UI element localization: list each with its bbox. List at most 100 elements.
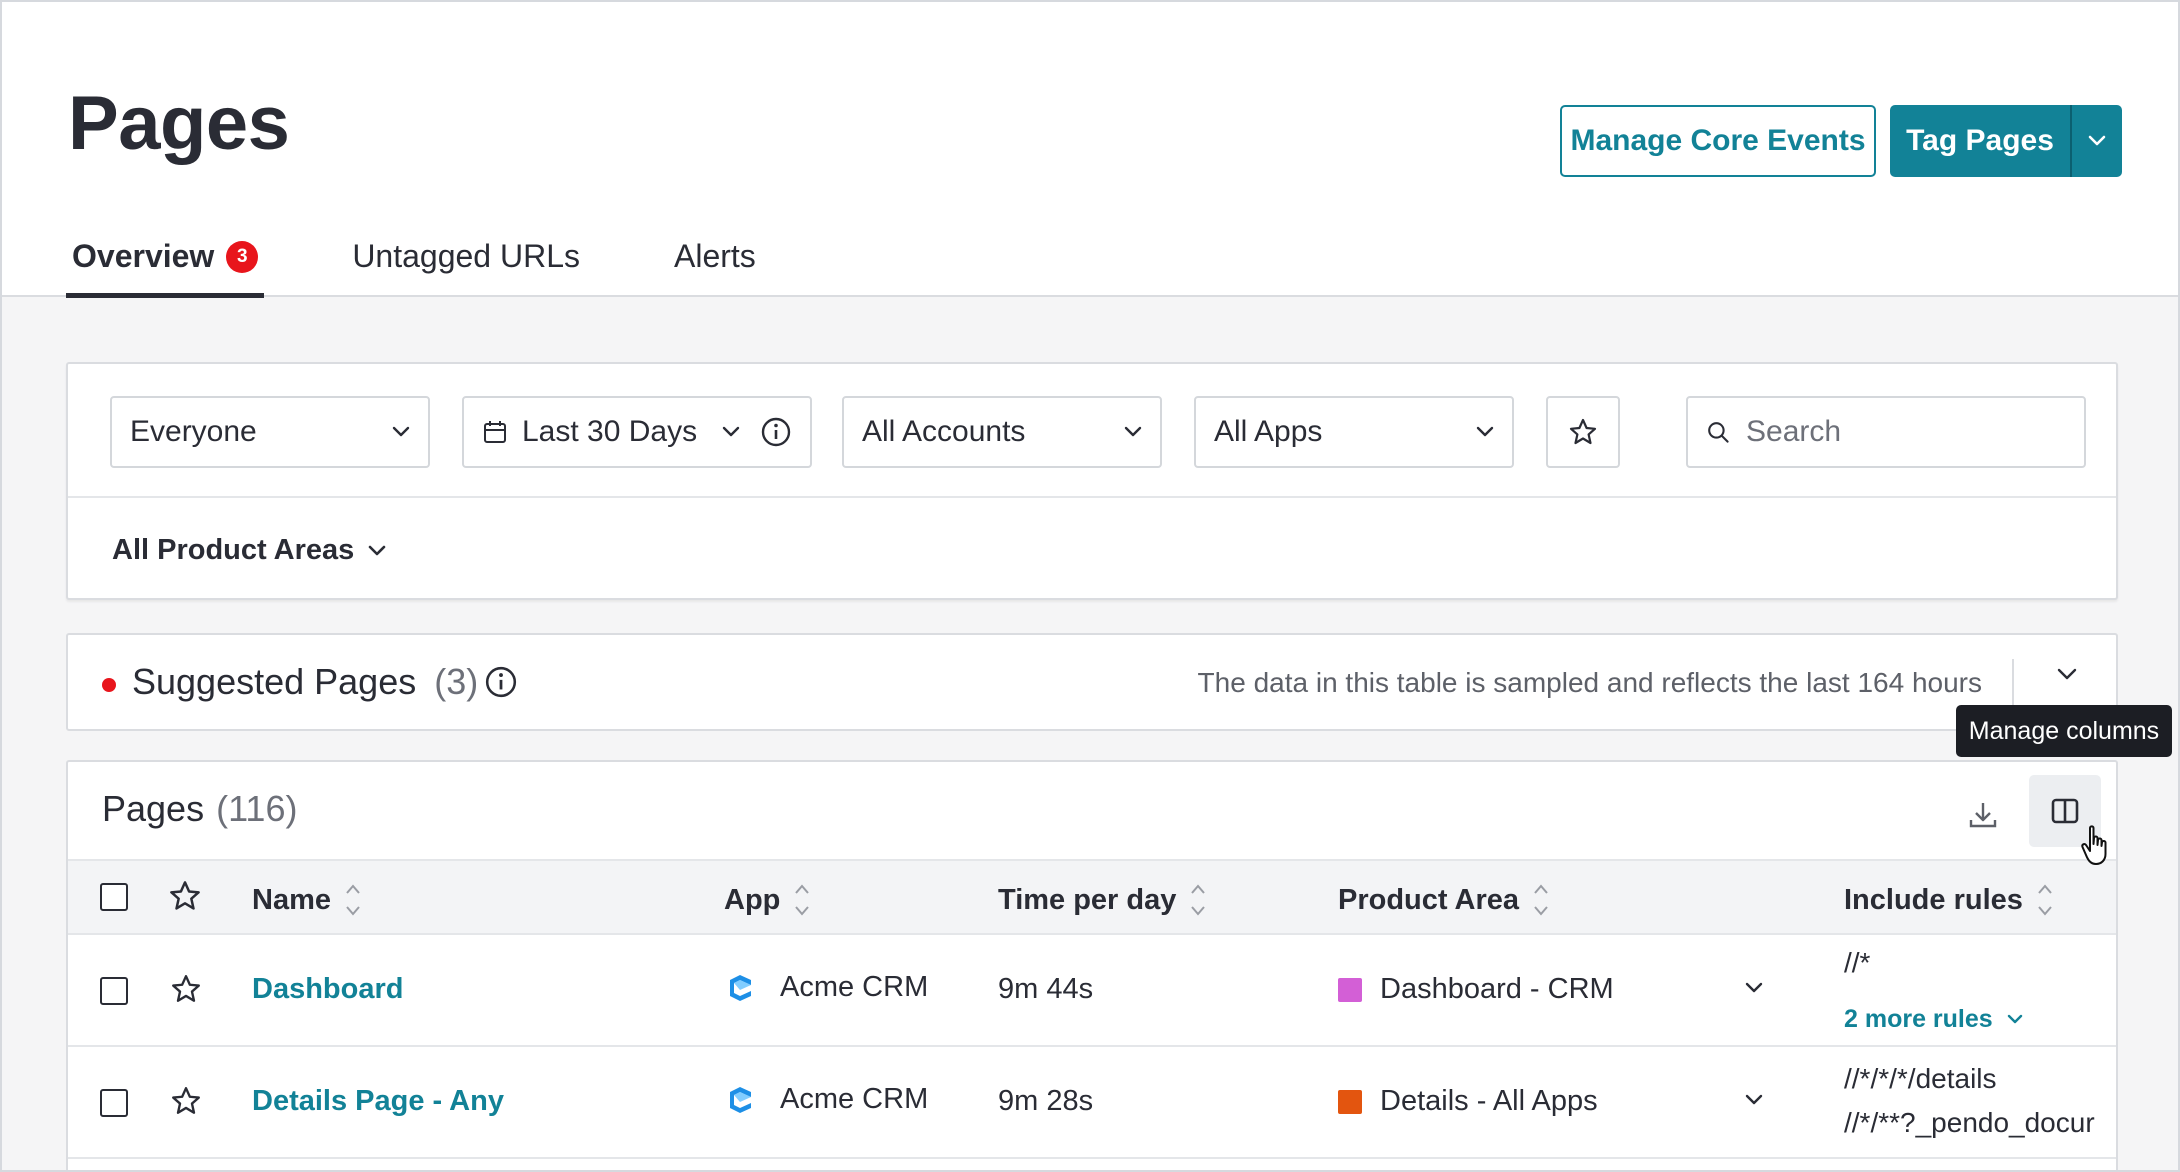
notification-badge: 3 (226, 241, 259, 273)
chevron-down-icon (2057, 668, 2077, 680)
product-area-swatch (1338, 977, 1362, 1002)
date-range-dropdown[interactable]: Last 30 Days (462, 396, 812, 468)
tab-label: Alerts (674, 238, 756, 274)
app-window: Pages Manage Core Events Tag Pages Overv… (0, 0, 2180, 1172)
search-field[interactable] (1686, 396, 2086, 468)
app-logo-icon (724, 972, 756, 1004)
row-checkbox[interactable] (100, 1089, 128, 1117)
page-title: Pages (68, 81, 290, 166)
download-button[interactable] (1948, 780, 2018, 850)
suggested-pages-count: (3) (434, 661, 479, 702)
chevron-down-icon (1745, 982, 1763, 993)
star-icon (170, 881, 200, 910)
product-areas-label: All Product Areas (112, 534, 355, 566)
app-cell: Acme CRM (724, 1083, 928, 1116)
favorites-filter-button[interactable] (1546, 396, 1620, 468)
row-checkbox[interactable] (100, 977, 128, 1005)
include-rule: //*/*/*/details (1844, 1063, 1997, 1094)
product-area-swatch (1338, 1089, 1362, 1114)
row-favorite-button[interactable] (170, 973, 202, 1010)
product-areas-dropdown[interactable]: All Product Areas (112, 534, 386, 567)
time-per-day-cell: 9m 44s (998, 973, 1094, 1005)
suggested-pages-heading: Suggested Pages (3) (132, 661, 518, 703)
chevron-down-icon (722, 426, 740, 437)
tag-pages-button[interactable]: Tag Pages (1890, 105, 2070, 177)
star-icon (1569, 418, 1597, 445)
sort-icon (794, 881, 810, 919)
column-header-app[interactable]: App (724, 881, 810, 919)
tab-untagged-urls[interactable]: Untagged URLs (346, 238, 586, 298)
page-header: Pages Manage Core Events Tag Pages Overv… (2, 2, 2178, 298)
time-per-day-cell: 9m 28s (998, 1085, 1094, 1117)
product-area-name: Details - All Apps (1380, 1085, 1598, 1117)
divider (2012, 659, 2014, 709)
tab-overview[interactable]: Overview 3 (66, 238, 265, 298)
app-cell: Acme CRM (724, 971, 928, 1004)
info-icon[interactable] (484, 665, 518, 699)
search-input[interactable] (1746, 415, 2066, 449)
include-rule: //* (1844, 947, 1871, 978)
apps-dropdown[interactable]: All Apps (1194, 396, 1514, 468)
column-label: Product Area (1338, 883, 1520, 916)
column-header-time-per-day[interactable]: Time per day (998, 881, 1206, 919)
hand-cursor-icon (2080, 824, 2116, 873)
alert-dot (102, 678, 116, 692)
more-rules-toggle[interactable]: 2 more rules (1844, 1005, 2023, 1034)
tab-bar: Overview 3 Untagged URLs Alerts (66, 238, 844, 298)
pages-table-card: Pages (116) Name App Time per day Produc… (66, 760, 2118, 1170)
column-header-include-rules[interactable]: Include rules (1844, 881, 2053, 919)
chevron-down-icon (368, 545, 386, 555)
table-row: Details Page - Any Acme CRM 9m 28s Detai… (68, 1047, 2116, 1159)
page-name-link[interactable]: Dashboard (252, 973, 403, 1006)
pages-table-count: (116) (216, 788, 298, 829)
include-rule: //*/**?_pendo_docur (1844, 1107, 2095, 1138)
apps-value: All Apps (1214, 415, 1323, 448)
tab-label: Overview (72, 238, 215, 274)
tab-label: Untagged URLs (352, 238, 580, 274)
sort-icon (1533, 881, 1549, 919)
product-area-dropdown[interactable] (1744, 1093, 1764, 1111)
row-favorite-button[interactable] (170, 1085, 202, 1122)
sort-icon (345, 881, 361, 919)
chevron-down-icon (2088, 135, 2106, 146)
download-icon (1969, 803, 1997, 828)
tab-alerts[interactable]: Alerts (668, 238, 762, 298)
app-logo-icon (724, 1084, 756, 1116)
pages-table-heading: Pages (116) (102, 788, 297, 830)
column-label: Name (252, 883, 331, 916)
select-all-checkbox[interactable] (100, 883, 128, 911)
column-header-name[interactable]: Name (252, 881, 361, 919)
star-icon (172, 975, 200, 1002)
chevron-down-icon (1476, 426, 1494, 437)
app-name: Acme CRM (780, 971, 929, 1003)
product-area-dropdown[interactable] (1744, 981, 1764, 999)
manage-core-events-button[interactable]: Manage Core Events (1560, 105, 1876, 177)
product-area-cell: Dashboard - CRM (1338, 973, 1614, 1006)
segment-dropdown[interactable]: Everyone (110, 396, 430, 468)
tag-pages-split-button: Tag Pages (1890, 105, 2122, 177)
star-icon (172, 1087, 200, 1114)
sampling-note: The data in this table is sampled and re… (1197, 667, 1982, 698)
search-icon (1708, 422, 1729, 443)
filter-panel: Everyone Last 30 Days All Accounts All A… (66, 362, 2118, 600)
segment-value: Everyone (130, 415, 257, 448)
accounts-value: All Accounts (862, 415, 1026, 448)
product-area-cell: Details - All Apps (1338, 1085, 1598, 1118)
suggested-pages-panel: Suggested Pages (3) The data in this tab… (66, 633, 2118, 731)
accounts-dropdown[interactable]: All Accounts (842, 396, 1162, 468)
chevron-down-icon (1124, 426, 1142, 437)
columns-icon (2051, 798, 2079, 824)
column-label: Time per day (998, 883, 1177, 916)
chevron-down-icon (1745, 1094, 1763, 1105)
product-area-name: Dashboard - CRM (1380, 973, 1614, 1005)
app-name: Acme CRM (780, 1083, 929, 1115)
column-label: App (724, 883, 781, 916)
tag-pages-dropdown-button[interactable] (2072, 105, 2122, 177)
chevron-down-icon (392, 426, 410, 437)
page-name-link[interactable]: Details Page - Any (252, 1085, 504, 1118)
column-header-product-area[interactable]: Product Area (1338, 881, 1549, 919)
expand-suggested-button[interactable] (2056, 667, 2078, 681)
filter-row: Everyone Last 30 Days All Accounts All A… (68, 364, 2116, 498)
info-icon[interactable] (760, 416, 792, 448)
favorite-column-header[interactable] (168, 879, 202, 918)
